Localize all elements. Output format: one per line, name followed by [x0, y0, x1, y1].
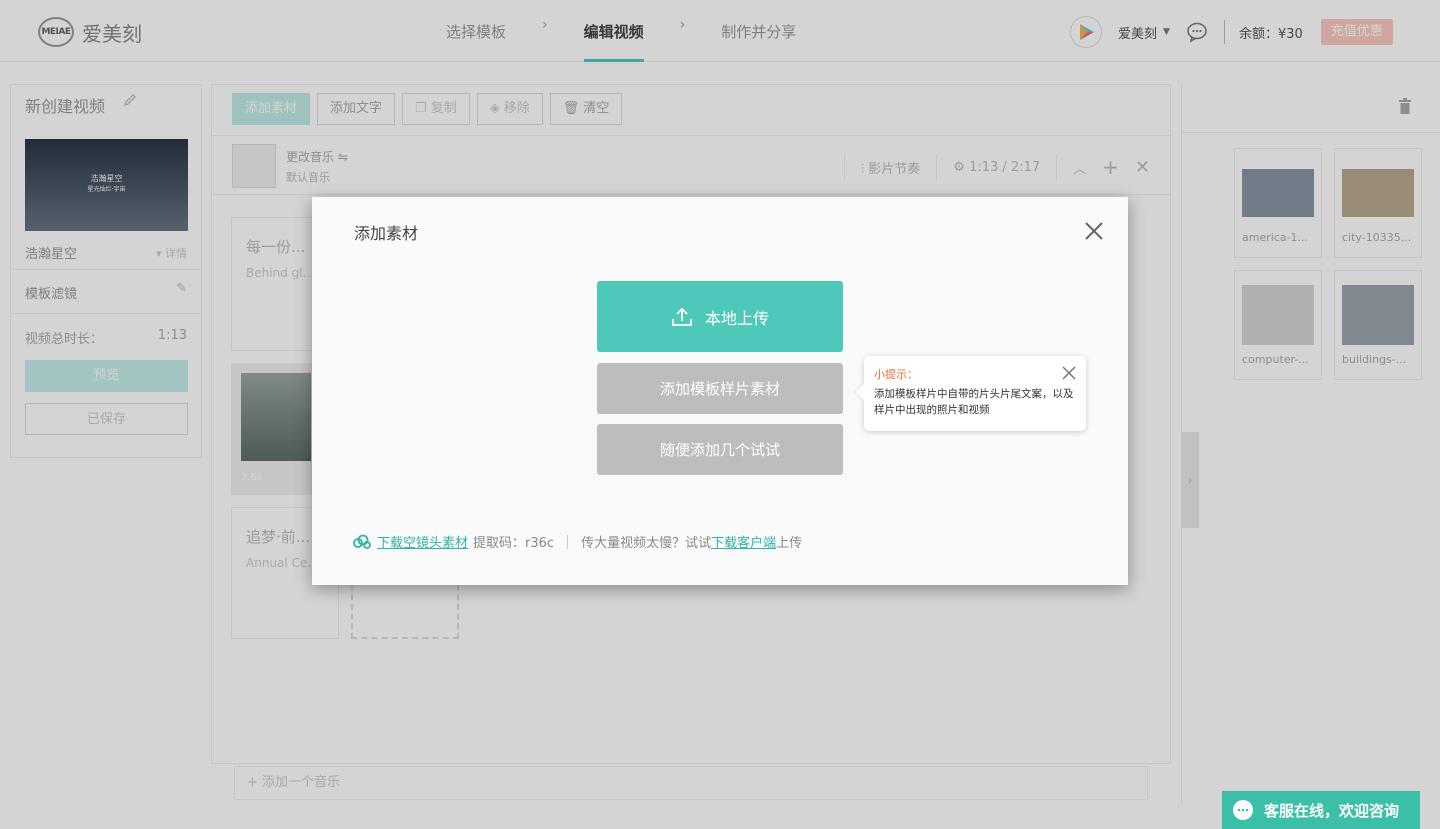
- dialog-footer: 下载空镜头素材 提取码：r36c 传大量视频太慢？试试 下载客户端 上传: [352, 532, 802, 551]
- tip-popover: 小提示： 添加模板样片中自带的片头片尾文案，以及样片中出现的照片和视频: [864, 356, 1086, 431]
- local-upload-button[interactable]: 本地上传: [597, 281, 843, 352]
- add-material-dialog: 添加素材 本地上传 添加模板样片素材 随便添加几个试试 小提示： 添加模板样片中…: [312, 197, 1128, 585]
- random-add-button[interactable]: 随便添加几个试试: [597, 424, 843, 475]
- cloud-download-icon: [353, 534, 371, 549]
- chat-widget-label: 客服在线，欢迎咨询: [1264, 801, 1400, 820]
- download-client-link[interactable]: 下载客户端: [711, 532, 776, 551]
- download-material-link[interactable]: 下载空镜头素材: [377, 532, 468, 551]
- tip-body: 添加模板样片中自带的片头片尾文案，以及样片中出现的照片和视频: [874, 388, 1074, 416]
- close-icon[interactable]: [1062, 366, 1076, 380]
- add-template-sample-button[interactable]: 添加模板样片素材: [597, 363, 843, 414]
- tip-title: 小提示：: [874, 368, 918, 381]
- close-icon[interactable]: [1082, 219, 1106, 243]
- upload-label: 本地上传: [704, 308, 769, 328]
- dialog-title: 添加素材: [354, 224, 419, 243]
- chat-bubble-icon: [1233, 800, 1253, 820]
- footer-divider: [567, 534, 569, 549]
- extract-password: 提取码：r36c: [473, 536, 555, 551]
- upload-icon: [672, 307, 692, 326]
- customer-service-widget[interactable]: 客服在线，欢迎咨询: [1222, 791, 1420, 829]
- upload-suffix: 上传: [776, 536, 803, 551]
- slow-upload-text: 传大量视频太慢？试试: [581, 536, 712, 551]
